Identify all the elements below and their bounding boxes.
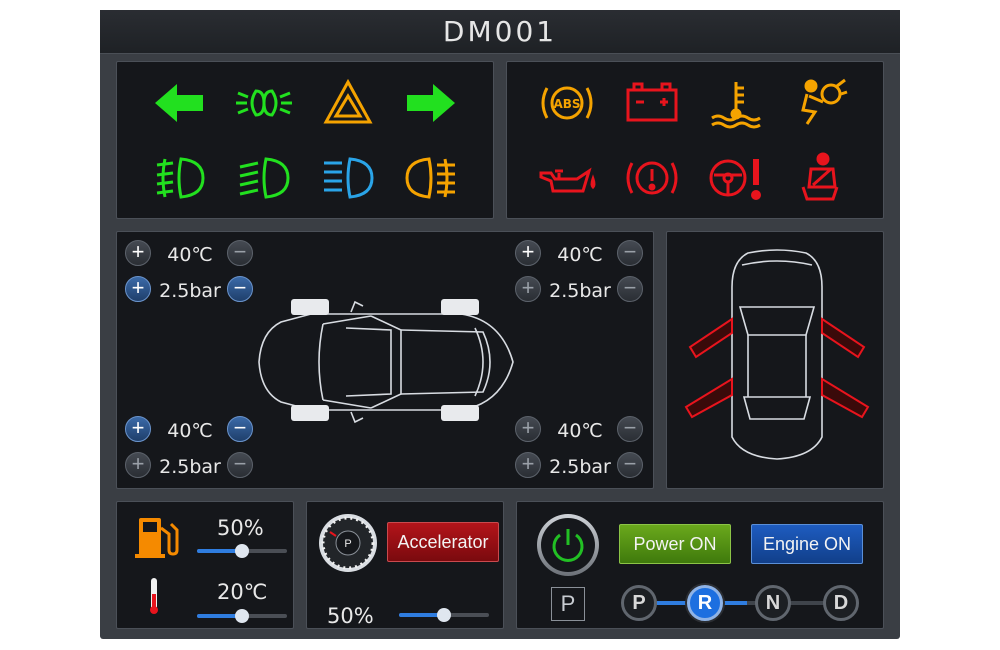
speed-gauge-icon: P: [319, 514, 377, 572]
thermometer-icon: [150, 578, 158, 614]
turn-right-arrow-icon: [401, 76, 461, 130]
fuel-temp-panel: 50% 20℃: [116, 501, 294, 629]
fl-pressure-plus-button[interactable]: +: [125, 276, 151, 302]
fl-temp-minus-button[interactable]: −: [227, 240, 253, 266]
fr-temp-minus-button[interactable]: −: [617, 240, 643, 266]
accelerator-button[interactable]: Accelerator: [387, 522, 499, 562]
rl-pressure-plus-button[interactable]: +: [125, 452, 151, 478]
temperature-slider[interactable]: [197, 609, 287, 623]
rl-pressure-value: 2.5bar: [159, 456, 221, 478]
tire-front-left: [291, 299, 329, 315]
temperature-value: 20℃: [217, 580, 268, 604]
abs-warning-icon: ABS: [537, 76, 597, 130]
gear-n[interactable]: N: [755, 585, 791, 621]
high-beam-icon: [318, 151, 378, 205]
fuel-slider[interactable]: [197, 544, 287, 558]
rl-pressure-minus-button[interactable]: −: [227, 452, 253, 478]
signal-lights-panel: [116, 61, 494, 219]
rr-pressure-value: 2.5bar: [549, 456, 611, 478]
accelerator-slider[interactable]: [399, 608, 489, 622]
accelerator-slider-knob[interactable]: [437, 608, 451, 622]
fuel-slider-knob[interactable]: [235, 544, 249, 558]
fr-pressure-minus-button[interactable]: −: [617, 276, 643, 302]
fr-temp-value: 40℃: [557, 244, 603, 266]
accelerator-value: 50%: [327, 604, 374, 628]
turn-left-arrow-icon: [149, 76, 209, 130]
tire-pressure-panel: + 40℃ − + 2.5bar − + 40℃ − + 2.5bar − + …: [116, 231, 654, 489]
gear-p[interactable]: P: [621, 585, 657, 621]
hazard-triangle-icon: [318, 76, 378, 130]
low-beam-icon: [234, 151, 294, 205]
rl-temp-minus-button[interactable]: −: [227, 416, 253, 442]
airbag-warning-icon: [789, 76, 849, 130]
rr-pressure-minus-button[interactable]: −: [617, 452, 643, 478]
title-bar: DM001: [100, 10, 900, 54]
accelerator-panel: P Accelerator 50%: [306, 501, 504, 629]
tire-rear-left: [291, 405, 329, 421]
engine-on-button[interactable]: Engine ON: [751, 524, 863, 564]
doors-panel: [666, 231, 884, 489]
rear-fog-light-icon: [401, 151, 461, 205]
steering-warning-icon: [706, 151, 766, 205]
seatbelt-warning-icon: [789, 151, 849, 205]
rr-temp-value: 40℃: [557, 420, 603, 442]
fr-pressure-value: 2.5bar: [549, 280, 611, 302]
tire-front-right: [441, 299, 479, 315]
gear-r[interactable]: R: [687, 585, 723, 621]
power-gear-panel: P Power ON Engine ON P R N D: [516, 501, 884, 629]
rl-temp-plus-button[interactable]: +: [125, 416, 151, 442]
rl-temp-value: 40℃: [167, 420, 213, 442]
rr-pressure-plus-button[interactable]: +: [515, 452, 541, 478]
parking-indicator: P: [551, 587, 585, 621]
gauge-label: P: [344, 538, 351, 550]
oil-pressure-icon: [537, 151, 597, 205]
coolant-temperature-icon: [706, 76, 766, 130]
gear-d[interactable]: D: [823, 585, 859, 621]
fl-pressure-value: 2.5bar: [159, 280, 221, 302]
car-doors-icon: [684, 249, 870, 460]
rr-temp-minus-button[interactable]: −: [617, 416, 643, 442]
svg-text:ABS: ABS: [553, 97, 580, 111]
parking-lights-icon: [234, 76, 294, 130]
fuel-pump-icon: [135, 518, 179, 558]
power-toggle-button[interactable]: [537, 514, 599, 576]
brake-warning-icon: [622, 151, 682, 205]
power-icon: [552, 529, 584, 562]
fl-temp-value: 40℃: [167, 244, 213, 266]
power-on-button[interactable]: Power ON: [619, 524, 731, 564]
app-title: DM001: [442, 15, 558, 48]
fr-temp-plus-button[interactable]: +: [515, 240, 541, 266]
fuel-level-value: 50%: [217, 516, 264, 540]
dashboard-window: DM001 ABS + 40℃ − + 2.5bar − + 40℃ − + 2…: [100, 10, 900, 639]
temperature-slider-knob[interactable]: [235, 609, 249, 623]
fl-pressure-minus-button[interactable]: −: [227, 276, 253, 302]
battery-warning-icon: [622, 76, 682, 130]
front-fog-light-icon: [149, 151, 209, 205]
tire-rear-right: [441, 405, 479, 421]
fl-temp-plus-button[interactable]: +: [125, 240, 151, 266]
warning-lights-panel: ABS: [506, 61, 884, 219]
